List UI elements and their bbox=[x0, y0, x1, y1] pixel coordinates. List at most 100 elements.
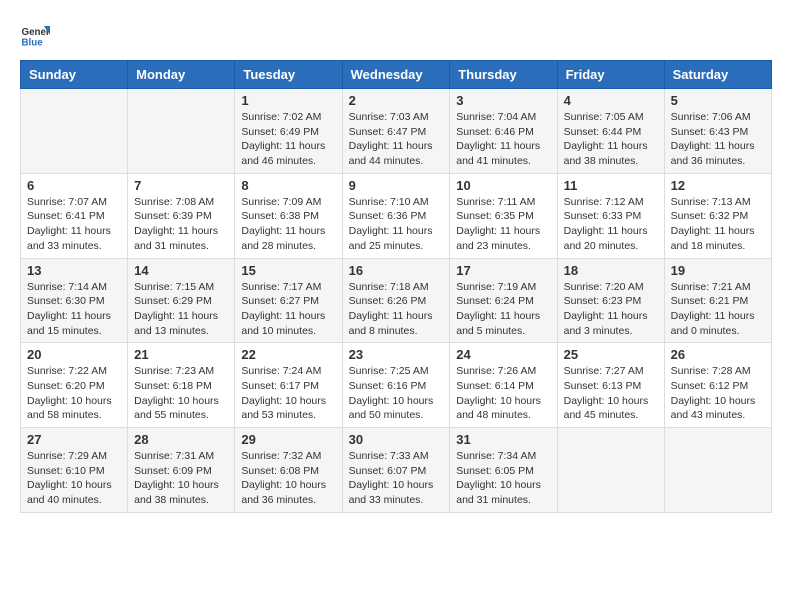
calendar-cell: 17 Sunrise: 7:19 AM Sunset: 6:24 PM Dayli… bbox=[450, 258, 557, 343]
day-info: Sunrise: 7:20 AM Sunset: 6:23 PM Dayligh… bbox=[564, 280, 658, 339]
calendar-week-2: 6 Sunrise: 7:07 AM Sunset: 6:41 PM Daylig… bbox=[21, 173, 772, 258]
calendar-cell: 7 Sunrise: 7:08 AM Sunset: 6:39 PM Daylig… bbox=[128, 173, 235, 258]
calendar-cell: 18Sunrise: 7:20 AM Sunset: 6:23 PM Dayli… bbox=[557, 258, 664, 343]
day-number: 7 bbox=[134, 178, 228, 193]
day-number: 15 bbox=[241, 263, 335, 278]
calendar-cell: 1 Sunrise: 7:02 AM Sunset: 6:49 PM Daylig… bbox=[235, 89, 342, 174]
day-number: 22 bbox=[241, 347, 335, 362]
day-number: 27 bbox=[27, 432, 121, 447]
calendar-cell: 5 Sunrise: 7:06 AM Sunset: 6:43 PM Daylig… bbox=[664, 89, 771, 174]
day-info: Sunrise: 7:17 AM Sunset: 6:27 PM Dayligh… bbox=[241, 280, 335, 339]
calendar-cell: 2Sunrise: 7:03 AM Sunset: 6:47 PM Daylig… bbox=[342, 89, 450, 174]
day-info: Sunrise: 7:26 AM Sunset: 6:14 PM Dayligh… bbox=[456, 364, 550, 423]
day-info: Sunrise: 7:10 AM Sunset: 6:36 PM Dayligh… bbox=[349, 195, 444, 254]
day-number: 9 bbox=[349, 178, 444, 193]
day-number: 23 bbox=[349, 347, 444, 362]
day-info: Sunrise: 7:22 AM Sunset: 6:20 PM Dayligh… bbox=[27, 364, 121, 423]
calendar-cell: 25Sunrise: 7:27 AM Sunset: 6:13 PM Dayli… bbox=[557, 343, 664, 428]
day-info: Sunrise: 7:34 AM Sunset: 6:05 PM Dayligh… bbox=[456, 449, 550, 508]
calendar-cell: 30 Sunrise: 7:33 AM Sunset: 6:07 PM Dayli… bbox=[342, 428, 450, 513]
calendar-cell: 31 Sunrise: 7:34 AM Sunset: 6:05 PM Dayli… bbox=[450, 428, 557, 513]
day-info: Sunrise: 7:18 AM Sunset: 6:26 PM Dayligh… bbox=[349, 280, 444, 339]
day-info: Sunrise: 7:11 AM Sunset: 6:35 PM Dayligh… bbox=[456, 195, 550, 254]
svg-text:General: General bbox=[22, 27, 51, 38]
day-number: 12 bbox=[671, 178, 765, 193]
calendar-cell: 26 Sunrise: 7:28 AM Sunset: 6:12 PM Dayli… bbox=[664, 343, 771, 428]
weekday-header-row: SundayMondayTuesdayWednesdayThursdayFrid… bbox=[21, 61, 772, 89]
day-info: Sunrise: 7:14 AM Sunset: 6:30 PM Dayligh… bbox=[27, 280, 121, 339]
calendar-cell: 23 Sunrise: 7:25 AM Sunset: 6:16 PM Dayli… bbox=[342, 343, 450, 428]
day-info: Sunrise: 7:25 AM Sunset: 6:16 PM Dayligh… bbox=[349, 364, 444, 423]
day-number: 16 bbox=[349, 263, 444, 278]
calendar-cell: 10 Sunrise: 7:11 AM Sunset: 6:35 PM Dayli… bbox=[450, 173, 557, 258]
day-info: Sunrise: 7:23 AM Sunset: 6:18 PM Dayligh… bbox=[134, 364, 228, 423]
day-info: Sunrise: 7:13 AM Sunset: 6:32 PM Dayligh… bbox=[671, 195, 765, 254]
day-number: 3 bbox=[456, 93, 550, 108]
calendar-cell: 3 Sunrise: 7:04 AM Sunset: 6:46 PM Daylig… bbox=[450, 89, 557, 174]
calendar-cell: 12 Sunrise: 7:13 AM Sunset: 6:32 PM Dayli… bbox=[664, 173, 771, 258]
day-info: Sunrise: 7:19 AM Sunset: 6:24 PM Dayligh… bbox=[456, 280, 550, 339]
calendar-cell: 28Sunrise: 7:31 AM Sunset: 6:09 PM Dayli… bbox=[128, 428, 235, 513]
calendar-cell: 29 Sunrise: 7:32 AM Sunset: 6:08 PM Dayli… bbox=[235, 428, 342, 513]
day-info: Sunrise: 7:33 AM Sunset: 6:07 PM Dayligh… bbox=[349, 449, 444, 508]
calendar-cell bbox=[664, 428, 771, 513]
day-info: Sunrise: 7:32 AM Sunset: 6:08 PM Dayligh… bbox=[241, 449, 335, 508]
calendar-cell: 11Sunrise: 7:12 AM Sunset: 6:33 PM Dayli… bbox=[557, 173, 664, 258]
calendar-week-3: 13 Sunrise: 7:14 AM Sunset: 6:30 PM Dayli… bbox=[21, 258, 772, 343]
weekday-header-tuesday: Tuesday bbox=[235, 61, 342, 89]
logo-icon: General Blue bbox=[20, 20, 50, 50]
day-info: Sunrise: 7:21 AM Sunset: 6:21 PM Dayligh… bbox=[671, 280, 765, 339]
day-number: 31 bbox=[456, 432, 550, 447]
day-info: Sunrise: 7:08 AM Sunset: 6:39 PM Dayligh… bbox=[134, 195, 228, 254]
day-info: Sunrise: 7:07 AM Sunset: 6:41 PM Dayligh… bbox=[27, 195, 121, 254]
day-number: 29 bbox=[241, 432, 335, 447]
page-header: General Blue bbox=[20, 20, 772, 50]
day-number: 6 bbox=[27, 178, 121, 193]
svg-text:Blue: Blue bbox=[22, 38, 44, 49]
day-info: Sunrise: 7:05 AM Sunset: 6:44 PM Dayligh… bbox=[564, 110, 658, 169]
calendar-cell: 16 Sunrise: 7:18 AM Sunset: 6:26 PM Dayli… bbox=[342, 258, 450, 343]
calendar-cell: 27 Sunrise: 7:29 AM Sunset: 6:10 PM Dayli… bbox=[21, 428, 128, 513]
day-number: 2 bbox=[349, 93, 444, 108]
day-number: 26 bbox=[671, 347, 765, 362]
calendar-cell: 6 Sunrise: 7:07 AM Sunset: 6:41 PM Daylig… bbox=[21, 173, 128, 258]
calendar-cell bbox=[128, 89, 235, 174]
day-number: 8 bbox=[241, 178, 335, 193]
calendar-cell: 15 Sunrise: 7:17 AM Sunset: 6:27 PM Dayli… bbox=[235, 258, 342, 343]
calendar-cell: 8 Sunrise: 7:09 AM Sunset: 6:38 PM Daylig… bbox=[235, 173, 342, 258]
calendar-cell: 14Sunrise: 7:15 AM Sunset: 6:29 PM Dayli… bbox=[128, 258, 235, 343]
day-info: Sunrise: 7:09 AM Sunset: 6:38 PM Dayligh… bbox=[241, 195, 335, 254]
day-number: 19 bbox=[671, 263, 765, 278]
day-info: Sunrise: 7:28 AM Sunset: 6:12 PM Dayligh… bbox=[671, 364, 765, 423]
day-info: Sunrise: 7:29 AM Sunset: 6:10 PM Dayligh… bbox=[27, 449, 121, 508]
weekday-header-friday: Friday bbox=[557, 61, 664, 89]
day-number: 13 bbox=[27, 263, 121, 278]
day-info: Sunrise: 7:04 AM Sunset: 6:46 PM Dayligh… bbox=[456, 110, 550, 169]
day-info: Sunrise: 7:24 AM Sunset: 6:17 PM Dayligh… bbox=[241, 364, 335, 423]
weekday-header-sunday: Sunday bbox=[21, 61, 128, 89]
day-number: 17 bbox=[456, 263, 550, 278]
day-number: 1 bbox=[241, 93, 335, 108]
calendar-cell: 24 Sunrise: 7:26 AM Sunset: 6:14 PM Dayli… bbox=[450, 343, 557, 428]
calendar-cell: 20Sunrise: 7:22 AM Sunset: 6:20 PM Dayli… bbox=[21, 343, 128, 428]
day-number: 24 bbox=[456, 347, 550, 362]
calendar-cell: 21 Sunrise: 7:23 AM Sunset: 6:18 PM Dayli… bbox=[128, 343, 235, 428]
day-info: Sunrise: 7:27 AM Sunset: 6:13 PM Dayligh… bbox=[564, 364, 658, 423]
calendar-cell: 19 Sunrise: 7:21 AM Sunset: 6:21 PM Dayli… bbox=[664, 258, 771, 343]
calendar-cell: 9 Sunrise: 7:10 AM Sunset: 6:36 PM Daylig… bbox=[342, 173, 450, 258]
day-number: 10 bbox=[456, 178, 550, 193]
day-number: 30 bbox=[349, 432, 444, 447]
day-number: 5 bbox=[671, 93, 765, 108]
day-number: 21 bbox=[134, 347, 228, 362]
calendar-cell bbox=[557, 428, 664, 513]
day-info: Sunrise: 7:06 AM Sunset: 6:43 PM Dayligh… bbox=[671, 110, 765, 169]
day-info: Sunrise: 7:02 AM Sunset: 6:49 PM Dayligh… bbox=[241, 110, 335, 169]
logo: General Blue bbox=[20, 20, 50, 50]
calendar-header: SundayMondayTuesdayWednesdayThursdayFrid… bbox=[21, 61, 772, 89]
day-number: 11 bbox=[564, 178, 658, 193]
calendar-cell: 4Sunrise: 7:05 AM Sunset: 6:44 PM Daylig… bbox=[557, 89, 664, 174]
calendar-table: SundayMondayTuesdayWednesdayThursdayFrid… bbox=[20, 60, 772, 513]
calendar-cell bbox=[21, 89, 128, 174]
weekday-header-thursday: Thursday bbox=[450, 61, 557, 89]
calendar-cell: 22 Sunrise: 7:24 AM Sunset: 6:17 PM Dayli… bbox=[235, 343, 342, 428]
